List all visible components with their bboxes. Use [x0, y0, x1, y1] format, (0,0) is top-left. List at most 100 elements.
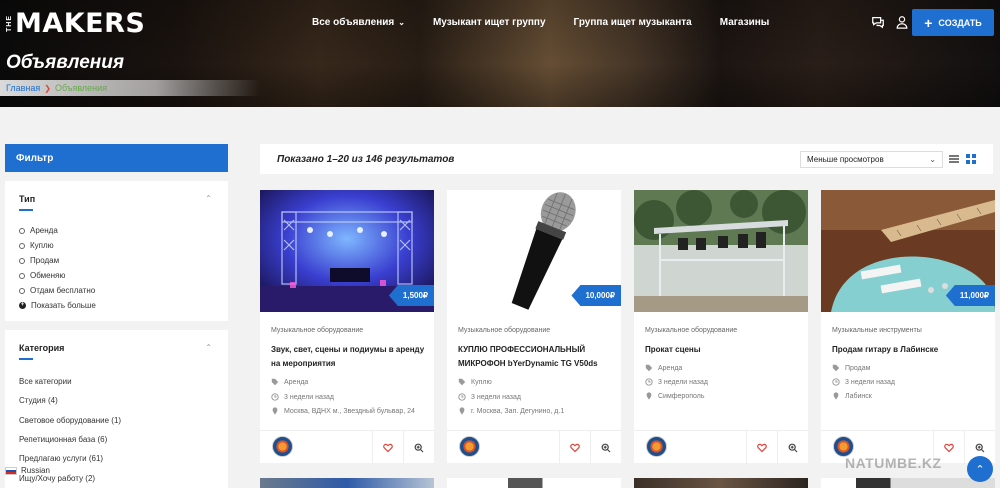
- seller-avatar[interactable]: [459, 436, 480, 457]
- radio-circle[interactable]: [19, 287, 25, 294]
- heart-icon: [757, 443, 767, 452]
- breadcrumb: Главная ❯ Объявления: [0, 80, 260, 96]
- quick-view-button[interactable]: [403, 431, 434, 464]
- card-footer: [260, 430, 434, 464]
- listing-card-partial[interactable]: [260, 478, 434, 488]
- category-item[interactable]: Все категории: [19, 372, 121, 391]
- type-option-label: Продам: [30, 256, 60, 265]
- breadcrumb-home[interactable]: Главная: [6, 83, 40, 93]
- plus-icon: +: [924, 14, 933, 31]
- map-pin-icon: [272, 407, 278, 415]
- quick-view-button[interactable]: [777, 431, 808, 464]
- nav-shops[interactable]: Магазины: [720, 17, 770, 28]
- list-view-icon[interactable]: [947, 152, 961, 166]
- sort-value: Меньше просмотров: [807, 155, 884, 164]
- listing-card-partial[interactable]: [821, 478, 995, 488]
- scroll-to-top-button[interactable]: ⌃: [967, 456, 993, 482]
- category-item[interactable]: Студия (4): [19, 391, 121, 410]
- show-more-label: Показать больше: [31, 301, 96, 310]
- favorite-button[interactable]: [372, 431, 403, 464]
- listing-card-partial[interactable]: [634, 478, 808, 488]
- show-more-link[interactable]: + Показать больше: [19, 298, 96, 313]
- radio-circle[interactable]: [19, 242, 25, 249]
- listing-type-label: Аренда: [284, 378, 309, 386]
- radio-circle[interactable]: [19, 257, 25, 264]
- listing-type-label: Куплю: [471, 378, 492, 386]
- type-option-label: Аренда: [30, 226, 58, 235]
- watermark-text: NATUMBE.KZ: [845, 455, 942, 471]
- listing-title[interactable]: Продам гитару в Лабинске: [832, 343, 990, 357]
- listing-card[interactable]: Музыкальное оборудование Прокат сцены Ар…: [634, 190, 808, 464]
- clock-icon: [832, 378, 840, 386]
- seller-avatar[interactable]: [833, 436, 854, 457]
- type-option-label: Отдам бесплатно: [30, 286, 96, 295]
- listing-type: Куплю: [458, 378, 492, 386]
- favorite-button[interactable]: [746, 431, 777, 464]
- type-radio-list: Аренда Куплю Продам Обменяю Отдам беспла…: [19, 223, 96, 313]
- results-count: Показано 1–20 из 146 результатов: [277, 154, 455, 165]
- listing-location: Лабинск: [832, 392, 872, 400]
- category-item[interactable]: Репетиционная база (6): [19, 430, 121, 449]
- listing-location-label: г. Москва, Зап. Дегунино, д.1: [471, 407, 565, 415]
- listing-card[interactable]: 11,000₽ Музыкальные инструменты Продам г…: [821, 190, 995, 464]
- main-nav: Все объявления ⌄ Музыкант ищет группу Гру…: [312, 17, 769, 28]
- language-switcher[interactable]: Russian: [5, 466, 50, 475]
- header-icons: [871, 15, 909, 29]
- listing-time: 3 недели назад: [832, 378, 895, 386]
- favorite-button[interactable]: [559, 431, 590, 464]
- logo-small-text: THE: [6, 15, 13, 32]
- radio-circle[interactable]: [19, 272, 25, 279]
- nav-all-listings[interactable]: Все объявления ⌄: [312, 17, 405, 28]
- listing-card[interactable]: 1,500₽ Музыкальное оборудование Звук, св…: [260, 190, 434, 464]
- chevron-up-icon[interactable]: ⌃: [205, 194, 212, 203]
- language-label: Russian: [21, 466, 50, 475]
- nav-band-seeks-musician[interactable]: Группа ищет музыканта: [574, 17, 692, 28]
- category-item[interactable]: Световое оборудование (1): [19, 411, 121, 430]
- create-label: СОЗДАТЬ: [938, 17, 982, 28]
- map-pin-icon: [833, 392, 839, 400]
- type-option[interactable]: Продам: [19, 253, 96, 268]
- type-option[interactable]: Отдам бесплатно: [19, 283, 96, 298]
- listing-title[interactable]: КУПЛЮ ПРОФЕССИОНАЛЬНЫЙ МИКРОФОН bYerDyna…: [458, 343, 616, 371]
- chat-icon[interactable]: [871, 15, 885, 29]
- listing-title[interactable]: Звук, свет, сцены и подиумы в аренду на …: [271, 343, 429, 371]
- heart-icon: [570, 443, 580, 452]
- seller-avatar[interactable]: [272, 436, 293, 457]
- type-option[interactable]: Аренда: [19, 223, 96, 238]
- type-option[interactable]: Куплю: [19, 238, 96, 253]
- listing-category: Музыкальные инструменты: [832, 327, 922, 334]
- nav-musician-seeks-band[interactable]: Музыкант ищет группу: [433, 17, 546, 28]
- sort-select[interactable]: Меньше просмотров ⌄: [800, 151, 943, 168]
- chevron-right-icon: ❯: [44, 83, 51, 93]
- listing-location-label: Симферополь: [658, 392, 705, 400]
- listing-image[interactable]: [634, 190, 808, 312]
- tag-icon: [832, 364, 840, 372]
- chevron-up-icon[interactable]: ⌃: [205, 343, 212, 352]
- radio-circle[interactable]: [19, 227, 25, 234]
- card-footer: [447, 430, 621, 464]
- type-filter-title: Тип: [19, 194, 36, 204]
- user-icon[interactable]: [895, 15, 909, 29]
- seller-avatar[interactable]: [646, 436, 667, 457]
- grid-view-icon[interactable]: [964, 152, 978, 166]
- zoom-icon: [975, 443, 985, 452]
- tag-icon: [645, 364, 653, 372]
- listing-location-label: Москва, ВДНХ м., Звездный бульвар, 24: [284, 407, 415, 415]
- title-underline: [19, 209, 33, 211]
- site-logo[interactable]: THE MAKERS: [6, 8, 145, 39]
- listing-title[interactable]: Прокат сцены: [645, 343, 803, 357]
- listing-time: 3 недели назад: [271, 393, 334, 401]
- listing-card[interactable]: 10,000₽ Музыкальное оборудование КУПЛЮ П…: [447, 190, 621, 464]
- type-option[interactable]: Обменяю: [19, 268, 96, 283]
- listing-image[interactable]: 11,000₽: [821, 190, 995, 312]
- listing-type-label: Продам: [845, 364, 871, 372]
- quick-view-button[interactable]: [590, 431, 621, 464]
- listing-time: 3 недели назад: [645, 378, 708, 386]
- listing-card-partial[interactable]: [447, 478, 621, 488]
- listing-image[interactable]: 1,500₽: [260, 190, 434, 312]
- zoom-icon: [601, 443, 611, 452]
- plus-circle-icon: +: [19, 302, 26, 309]
- create-listing-button[interactable]: + СОЗДАТЬ: [912, 9, 994, 36]
- heart-icon: [383, 443, 393, 452]
- listing-image[interactable]: 10,000₽: [447, 190, 621, 312]
